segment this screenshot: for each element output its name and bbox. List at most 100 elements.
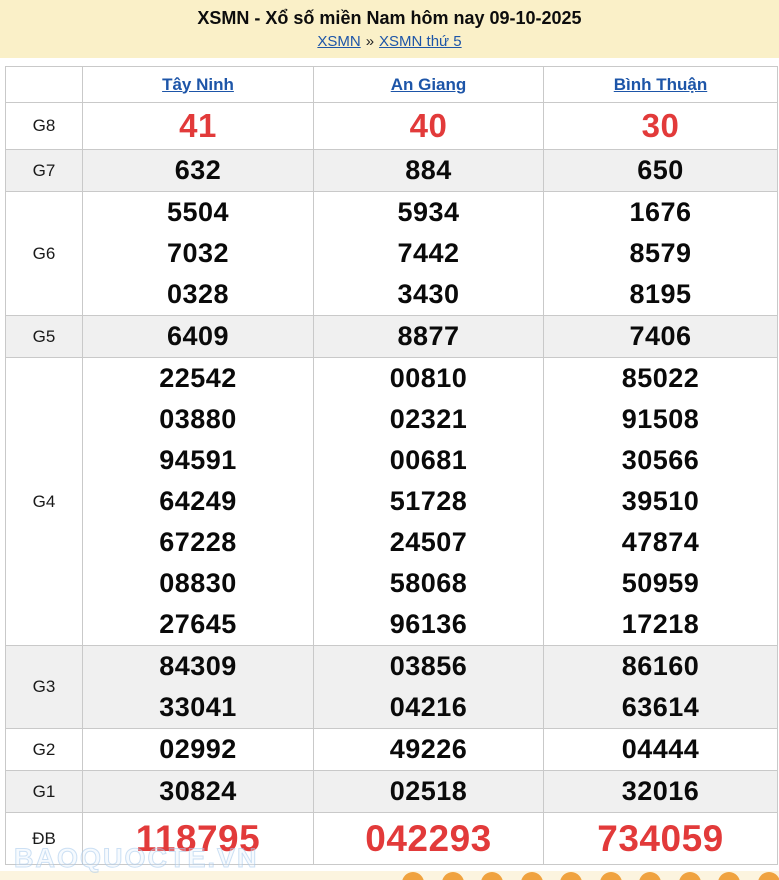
prize-number: 00810	[389, 363, 468, 393]
page-title: XSMN - Xổ số miền Nam hôm nay 09-10-2025	[197, 8, 582, 28]
prize-number: 3430	[397, 279, 460, 309]
prize-number: 04444	[621, 734, 700, 764]
prize-number: 08830	[159, 568, 237, 598]
lottery-ball-icon	[520, 872, 543, 880]
prize-row-g5: G5 6409 8877 7406	[5, 315, 778, 358]
prize-number: 33041	[159, 692, 237, 722]
page: XSMN - Xổ số miền Nam hôm nay 09-10-2025…	[0, 0, 779, 880]
lottery-ball-icon	[481, 872, 503, 880]
lottery-ball-icon	[678, 872, 701, 880]
province-link-binh-thuan[interactable]: Bình Thuận	[614, 75, 707, 94]
prize-number: 03880	[159, 404, 237, 434]
province-link-tay-ninh[interactable]: Tây Ninh	[162, 75, 234, 94]
result-cell: 49226	[313, 728, 544, 771]
result-cell: 30	[543, 102, 778, 150]
prize-number: 39510	[621, 486, 700, 516]
lottery-ball-icon	[560, 872, 582, 880]
prize-number: 03856	[389, 651, 468, 681]
prize-number: 50959	[621, 568, 700, 598]
result-cell: 41	[82, 102, 314, 150]
prize-label: G1	[5, 770, 83, 813]
prize-number: 22542	[159, 363, 237, 393]
prize-number: 27645	[159, 609, 237, 639]
prize-number: 7032	[166, 238, 230, 268]
result-cell: 32016	[543, 770, 778, 813]
prize-number: 7406	[629, 321, 692, 351]
breadcrumb-link-xsmn-thu-5[interactable]: XSMN thứ 5	[379, 33, 462, 50]
result-cell: 734059	[543, 812, 778, 865]
result-cell: 03856 04216	[313, 645, 544, 729]
prize-number: 042293	[365, 818, 492, 859]
prize-label: G4	[5, 357, 83, 646]
result-cell: 30824	[82, 770, 314, 813]
prize-number: 8579	[629, 238, 692, 268]
prize-number: 85022	[621, 363, 700, 393]
result-cell: 7406	[543, 315, 778, 358]
result-cell: 84309 33041	[82, 645, 314, 729]
breadcrumb: XSMN » XSMN thứ 5	[0, 33, 779, 50]
prize-number: 02992	[159, 734, 237, 764]
prize-number: 04216	[389, 692, 468, 722]
result-cell: 40	[313, 102, 544, 150]
lottery-ball-icon	[441, 872, 464, 880]
result-cell: 632	[82, 149, 314, 192]
prize-number: 47874	[621, 527, 700, 557]
province-header-binh-thuan: Bình Thuận	[543, 66, 778, 103]
result-cell: 86160 63614	[543, 645, 778, 729]
result-cell: 00810 02321 00681 51728 24507 58068 96136	[313, 357, 544, 646]
prize-column-header	[5, 66, 83, 103]
prize-label: ĐB	[5, 812, 83, 865]
result-cell: 22542 03880 94591 64249 67228 08830 27645	[82, 357, 314, 646]
prize-label: G6	[5, 191, 83, 316]
lottery-ball-icon	[757, 872, 779, 880]
prize-number: 7442	[397, 238, 460, 268]
prize-number: 632	[174, 155, 222, 185]
prize-label: G2	[5, 728, 83, 771]
prize-number: 51728	[389, 486, 468, 516]
results-table: Tây Ninh An Giang Bình Thuận G8 41 40 30 G7 6…	[5, 66, 778, 865]
prize-row-đb: ĐB 118795 042293 734059	[5, 812, 778, 865]
province-header-an-giang: An Giang	[313, 66, 544, 103]
result-cell: 02518	[313, 770, 544, 813]
prize-number: 8195	[629, 279, 692, 309]
prize-number: 00681	[389, 445, 468, 475]
prize-number: 91508	[621, 404, 700, 434]
prize-number: 0328	[166, 279, 230, 309]
result-cell: 8877	[313, 315, 544, 358]
prize-number: 94591	[159, 445, 237, 475]
prize-number: 17218	[621, 609, 700, 639]
result-cell: 5504 7032 0328	[82, 191, 314, 316]
result-cell: 6409	[82, 315, 314, 358]
prize-number: 30	[641, 107, 680, 144]
prize-number: 30566	[621, 445, 700, 475]
result-cell: 884	[313, 149, 544, 192]
result-cell: 650	[543, 149, 778, 192]
lottery-ball-icon	[718, 872, 740, 880]
prize-row-g6: G6 5504 7032 0328 5934 7442 3430 1676 8579 8195	[5, 191, 778, 316]
result-cell: 118795	[82, 812, 314, 865]
result-cell: 5934 7442 3430	[313, 191, 544, 316]
prize-row-g8: G8 41 40 30	[5, 102, 778, 150]
province-link-an-giang[interactable]: An Giang	[391, 75, 467, 94]
prize-number: 67228	[159, 527, 237, 557]
prize-number: 6409	[166, 321, 230, 351]
prize-number: 884	[405, 155, 452, 185]
prize-row-g7: G7 632 884 650	[5, 149, 778, 192]
province-header-row: Tây Ninh An Giang Bình Thuận	[5, 66, 778, 103]
lottery-ball-icon	[402, 872, 424, 880]
result-cell: 1676 8579 8195	[543, 191, 778, 316]
result-cell: 85022 91508 30566 39510 47874 50959 17218	[543, 357, 778, 646]
prize-number: 24507	[389, 527, 468, 557]
prize-number: 84309	[159, 651, 237, 681]
prize-label: G7	[5, 149, 83, 192]
prize-number: 63614	[621, 692, 700, 722]
prize-row-g4: G4 22542 03880 94591 64249 67228 08830 27645 008…	[5, 357, 778, 646]
prize-number: 5934	[397, 197, 460, 227]
prize-number: 02321	[389, 404, 468, 434]
prize-number: 41	[179, 107, 217, 144]
prize-number: 8877	[397, 321, 460, 351]
prize-number: 1676	[629, 197, 692, 227]
prize-row-g2: G2 02992 49226 04444	[5, 728, 778, 771]
prize-number: 650	[637, 155, 684, 185]
breadcrumb-link-xsmn[interactable]: XSMN	[317, 33, 360, 50]
